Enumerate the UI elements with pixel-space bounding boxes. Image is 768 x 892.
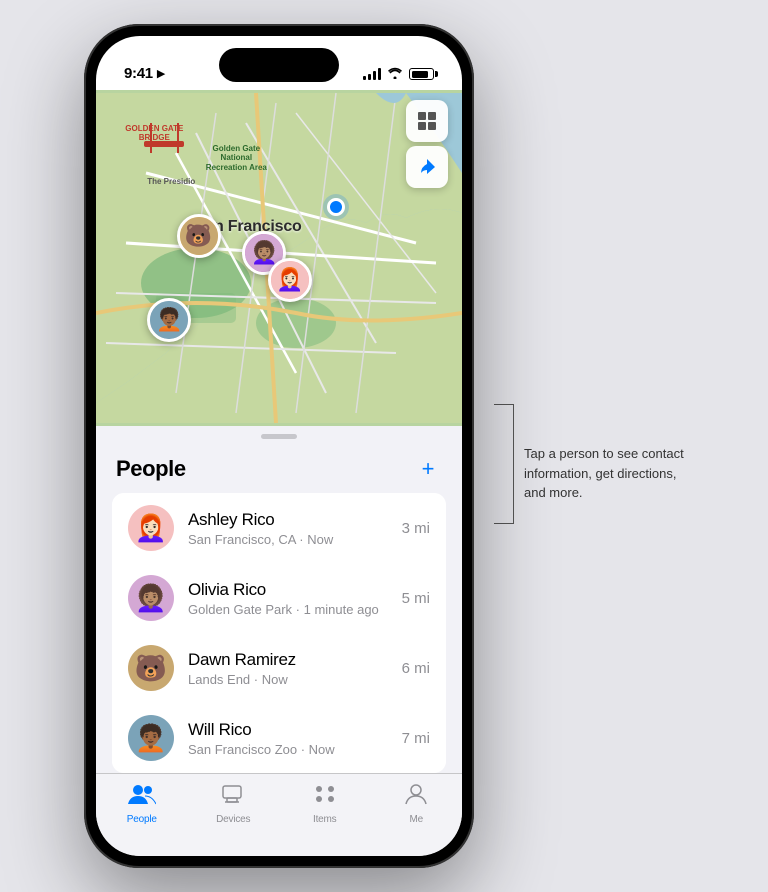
tab-people-label: People: [127, 814, 157, 825]
golden-gate-label: GOLDEN GATEBRIDGE: [125, 124, 183, 143]
avatar-dawn-ramirez: 🐻: [128, 645, 174, 691]
person-location-dawn-ramirez: Lands End · Now: [188, 672, 402, 687]
signal-bar-2: [368, 74, 371, 80]
tab-items[interactable]: Items: [279, 782, 371, 825]
tab-devices[interactable]: Devices: [188, 782, 280, 825]
map-area[interactable]: San Francisco GOLDEN GATEBRIDGE Golden G…: [96, 90, 462, 426]
map-pin-ashley[interactable]: 👩🏻‍🦰: [268, 258, 312, 302]
annotation-line: Tap a person to see contact information,…: [494, 404, 684, 524]
person-distance-ashley-rico: 3 mi: [402, 520, 430, 537]
me-tab-icon: [402, 782, 430, 811]
tab-devices-label: Devices: [216, 814, 250, 825]
user-location-dot: [327, 198, 345, 216]
map-pin-dawn[interactable]: 🐻: [177, 214, 221, 258]
person-info-will-rico: Will Rico San Francisco Zoo · Now: [188, 720, 402, 757]
annotation-bracket: [494, 404, 514, 524]
tab-items-label: Items: [313, 814, 336, 825]
person-row-olivia-rico[interactable]: 👩🏽‍🦱 Olivia Rico Golden Gate Park · 1 mi…: [112, 563, 446, 633]
annotation-sidebar: Tap a person to see contact information,…: [494, 24, 684, 524]
page-container: 9:41 ▶: [84, 24, 684, 868]
drag-handle-container: [96, 426, 462, 439]
person-distance-olivia-rico: 5 mi: [402, 590, 430, 607]
phone-screen: 9:41 ▶: [96, 36, 462, 856]
signal-bar-3: [373, 71, 376, 80]
battery-icon: [409, 68, 434, 80]
person-distance-dawn-ramirez: 6 mi: [402, 660, 430, 677]
tab-people[interactable]: People: [96, 782, 188, 825]
person-info-ashley-rico: Ashley Rico San Francisco, CA · Now: [188, 510, 402, 547]
person-name-dawn-ramirez: Dawn Ramirez: [188, 650, 402, 670]
dynamic-island: [219, 48, 339, 82]
person-info-dawn-ramirez: Dawn Ramirez Lands End · Now: [188, 650, 402, 687]
people-tab-icon: [128, 782, 156, 811]
avatar-ashley-rico: 👩🏻‍🦰: [128, 505, 174, 551]
location-arrow-icon: ▶: [157, 67, 165, 80]
person-name-will-rico: Will Rico: [188, 720, 402, 740]
people-section: People + 👩🏻‍🦰 Ashley Rico San Francisco,…: [96, 426, 462, 773]
tab-me[interactable]: Me: [371, 782, 463, 825]
person-location-will-rico: San Francisco Zoo · Now: [188, 742, 402, 757]
person-name-olivia-rico: Olivia Rico: [188, 580, 402, 600]
people-header: People +: [96, 439, 462, 493]
map-type-button[interactable]: [406, 100, 448, 142]
person-row-will-rico[interactable]: 🧑🏾‍🦱 Will Rico San Francisco Zoo · Now 7…: [112, 703, 446, 773]
signal-bars: [363, 68, 381, 80]
person-location-ashley-rico: San Francisco, CA · Now: [188, 532, 402, 547]
person-location-olivia-rico: Golden Gate Park · 1 minute ago: [188, 602, 402, 617]
signal-bar-1: [363, 76, 366, 80]
people-list: 👩🏻‍🦰 Ashley Rico San Francisco, CA · Now…: [112, 493, 446, 773]
presidio-label: The Presidio: [147, 177, 195, 187]
person-distance-will-rico: 7 mi: [402, 730, 430, 747]
person-name-ashley-rico: Ashley Rico: [188, 510, 402, 530]
signal-bar-4: [378, 68, 381, 80]
map-controls: [406, 100, 448, 188]
tab-bar: People Devices: [96, 773, 462, 856]
location-button[interactable]: [406, 146, 448, 188]
annotation-text: Tap a person to see contact information,…: [524, 404, 684, 503]
phone-frame: 9:41 ▶: [84, 24, 474, 868]
add-person-button[interactable]: +: [414, 455, 442, 483]
tab-me-label: Me: [410, 814, 424, 825]
wifi-icon: [387, 66, 403, 82]
devices-tab-icon: [219, 782, 247, 811]
status-time: 9:41: [124, 65, 153, 82]
person-row-ashley-rico[interactable]: 👩🏻‍🦰 Ashley Rico San Francisco, CA · Now…: [112, 493, 446, 563]
avatar-olivia-rico: 👩🏽‍🦱: [128, 575, 174, 621]
map-background: San Francisco GOLDEN GATEBRIDGE Golden G…: [96, 90, 462, 426]
avatar-will-rico: 🧑🏾‍🦱: [128, 715, 174, 761]
person-row-dawn-ramirez[interactable]: 🐻 Dawn Ramirez Lands End · Now 6 mi: [112, 633, 446, 703]
gg-park-label: Golden GateNationalRecreation Area: [206, 144, 267, 173]
person-info-olivia-rico: Olivia Rico Golden Gate Park · 1 minute …: [188, 580, 402, 617]
people-title: People: [116, 456, 186, 482]
items-tab-icon: [311, 782, 339, 811]
status-icons: [363, 66, 434, 82]
